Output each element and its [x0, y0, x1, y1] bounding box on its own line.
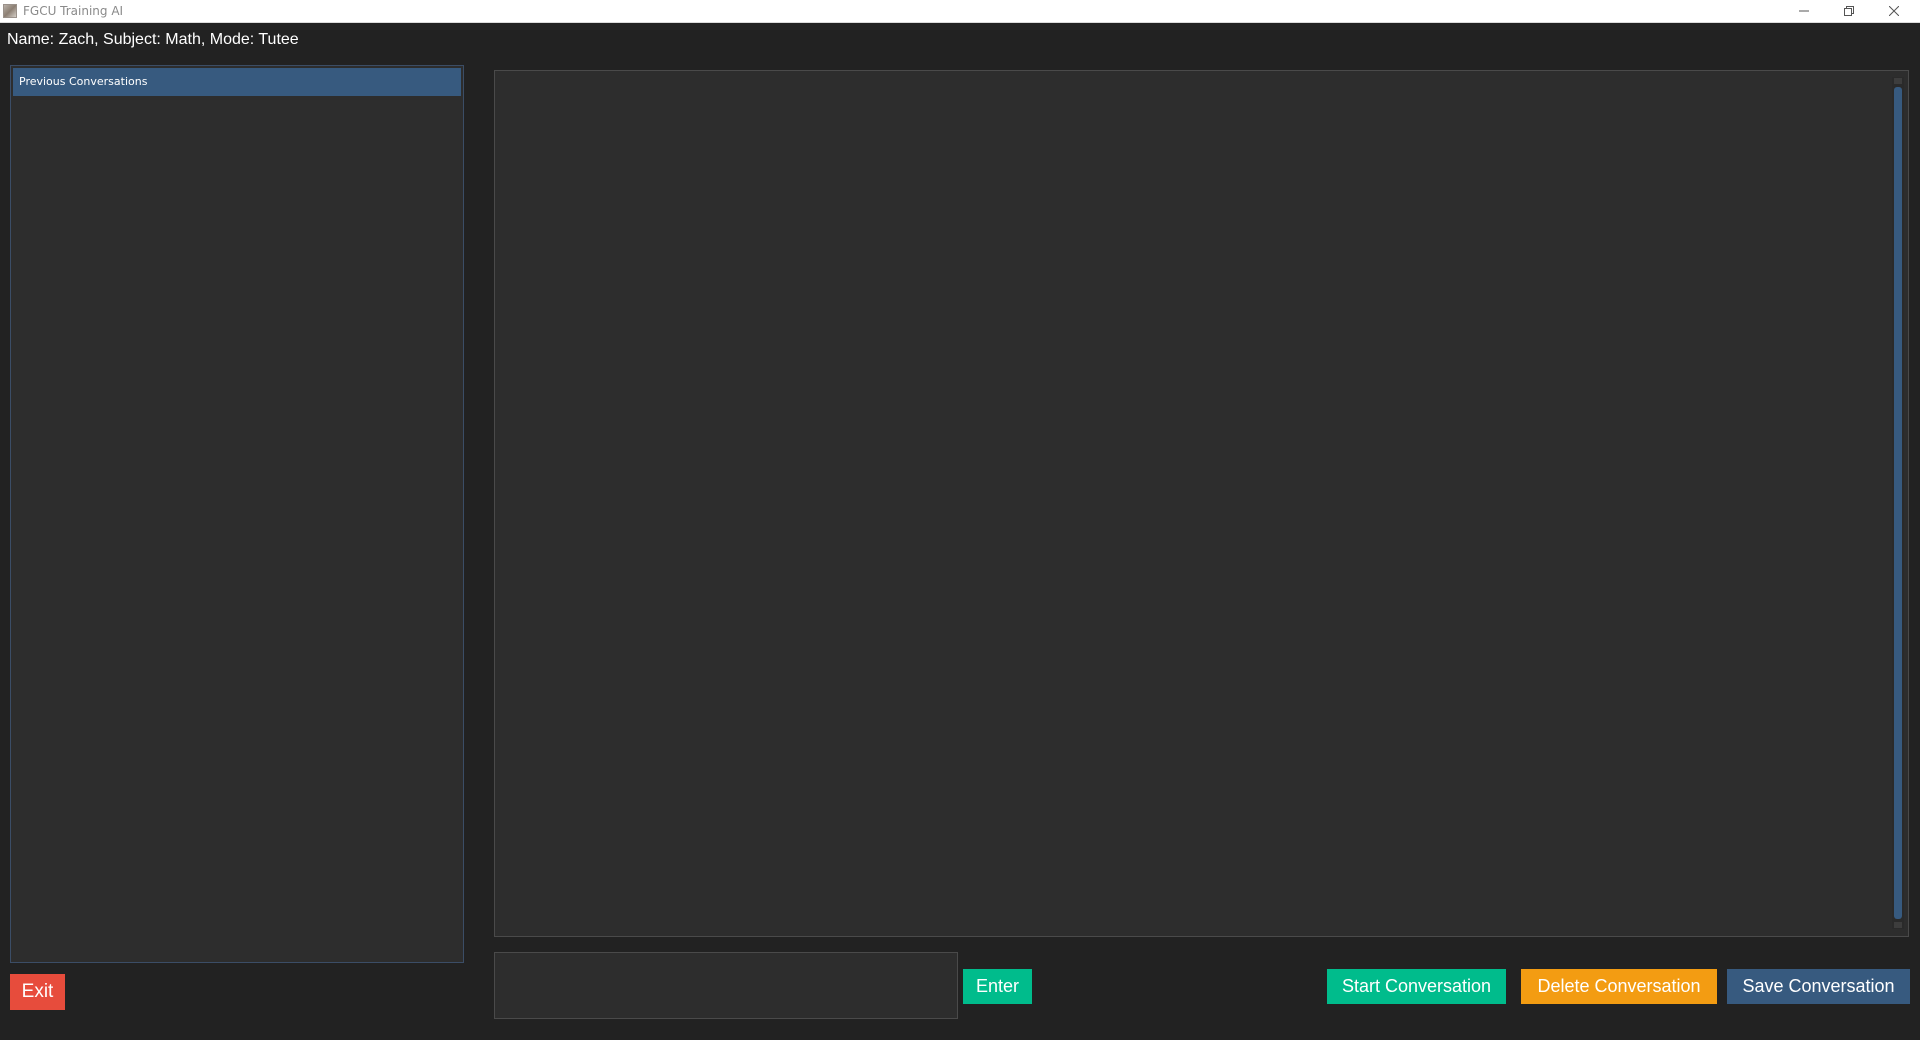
session-info-label: Name: Zach, Subject: Math, Mode: Tutee	[7, 31, 299, 48]
message-input[interactable]	[494, 952, 958, 1019]
save-conversation-button[interactable]: Save Conversation	[1727, 969, 1910, 1004]
chat-display[interactable]	[494, 70, 1909, 937]
window-title: FGCU Training AI	[23, 4, 124, 18]
close-button[interactable]	[1872, 0, 1916, 22]
delete-conversation-button[interactable]: Delete Conversation	[1521, 969, 1717, 1004]
restore-icon	[1844, 6, 1854, 16]
app-icon	[3, 4, 17, 18]
chat-scrollbar[interactable]	[1892, 77, 1904, 929]
exit-button[interactable]: Exit	[10, 974, 65, 1010]
previous-conversations-header[interactable]: Previous Conversations	[13, 68, 461, 96]
start-conversation-button[interactable]: Start Conversation	[1327, 969, 1506, 1004]
previous-conversations-list[interactable]: Previous Conversations	[10, 65, 464, 963]
enter-button[interactable]: Enter	[963, 969, 1032, 1004]
minimize-button[interactable]	[1782, 0, 1826, 22]
restore-button[interactable]	[1827, 0, 1871, 22]
minimize-icon	[1799, 10, 1809, 12]
close-icon	[1889, 6, 1899, 16]
scroll-down-arrow[interactable]	[1894, 922, 1902, 928]
scroll-up-arrow[interactable]	[1894, 78, 1902, 84]
window-titlebar[interactable]: FGCU Training AI	[0, 0, 1920, 23]
scroll-thumb[interactable]	[1894, 87, 1902, 919]
